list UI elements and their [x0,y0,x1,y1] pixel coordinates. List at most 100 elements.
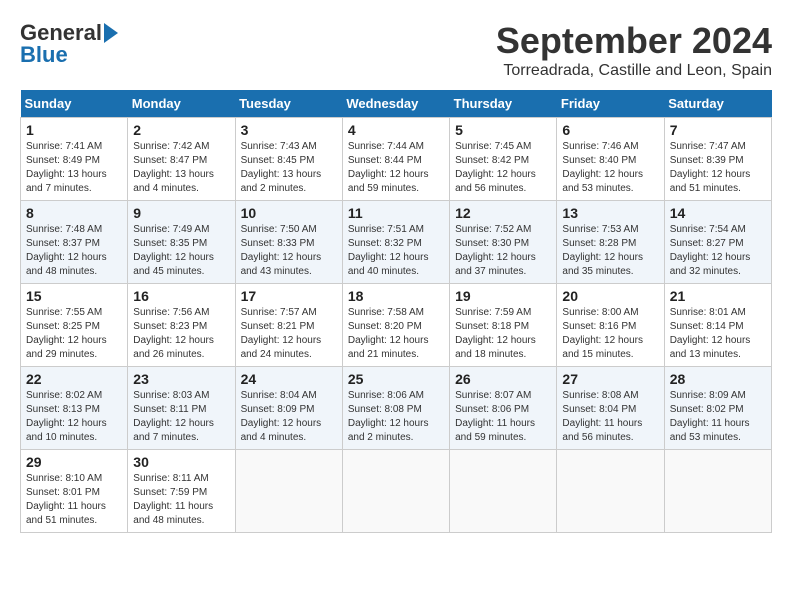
day-info: Sunrise: 8:02 AM Sunset: 8:13 PM Dayligh… [26,389,122,445]
day-number: 15 [26,288,122,304]
day-info: Sunrise: 7:48 AM Sunset: 8:37 PM Dayligh… [26,223,122,279]
day-info: Sunrise: 7:54 AM Sunset: 8:27 PM Dayligh… [670,223,766,279]
day-info: Sunrise: 8:10 AM Sunset: 8:01 PM Dayligh… [26,472,122,528]
calendar-cell: 21Sunrise: 8:01 AM Sunset: 8:14 PM Dayli… [664,284,771,367]
day-number: 18 [348,288,444,304]
calendar-week-4: 22 Sunrise: 8:02 AM Sunset: 8:13 PM Dayli… [21,367,772,450]
calendar-cell [342,450,449,533]
calendar-cell: 7Sunrise: 7:47 AM Sunset: 8:39 PM Daylig… [664,118,771,201]
calendar-week-2: 8 Sunrise: 7:48 AM Sunset: 8:37 PM Daylig… [21,201,772,284]
day-number: 19 [455,288,551,304]
col-tuesday: Tuesday [235,90,342,118]
month-title: September 2024 [496,20,772,62]
day-number: 30 [133,454,229,470]
day-info: Sunrise: 7:41 AM Sunset: 8:49 PM Dayligh… [26,140,122,196]
calendar-cell: 20 Sunrise: 8:00 AM Sunset: 8:16 PM Dayli… [557,284,664,367]
day-info: Sunrise: 8:00 AM Sunset: 8:16 PM Dayligh… [562,306,658,362]
calendar-week-5: 29 Sunrise: 8:10 AM Sunset: 8:01 PM Dayli… [21,450,772,533]
day-info: Sunrise: 7:46 AM Sunset: 8:40 PM Dayligh… [562,140,658,196]
calendar-cell: 30 Sunrise: 8:11 AM Sunset: 7:59 PM Dayli… [128,450,235,533]
day-number: 16 [133,288,229,304]
calendar-table: Sunday Monday Tuesday Wednesday Thursday… [20,90,772,533]
day-number: 4 [348,122,444,138]
calendar-cell: 4Sunrise: 7:44 AM Sunset: 8:44 PM Daylig… [342,118,449,201]
header-row: Sunday Monday Tuesday Wednesday Thursday… [21,90,772,118]
day-info: Sunrise: 7:47 AM Sunset: 8:39 PM Dayligh… [670,140,766,196]
day-number: 9 [133,205,229,221]
day-number: 20 [562,288,658,304]
day-number: 12 [455,205,551,221]
logo-blue: Blue [20,42,68,68]
calendar-cell: 28 Sunrise: 8:09 AM Sunset: 8:02 PM Dayli… [664,367,771,450]
calendar-cell: 9Sunrise: 7:49 AM Sunset: 8:35 PM Daylig… [128,201,235,284]
calendar-cell: 26 Sunrise: 8:07 AM Sunset: 8:06 PM Dayli… [450,367,557,450]
calendar-cell: 24 Sunrise: 8:04 AM Sunset: 8:09 PM Dayli… [235,367,342,450]
calendar-cell: 5 Sunrise: 7:45 AM Sunset: 8:42 PM Daylig… [450,118,557,201]
day-info: Sunrise: 7:56 AM Sunset: 8:23 PM Dayligh… [133,306,229,362]
day-info: Sunrise: 7:50 AM Sunset: 8:33 PM Dayligh… [241,223,337,279]
calendar-cell: 13Sunrise: 7:53 AM Sunset: 8:28 PM Dayli… [557,201,664,284]
calendar-cell: 2 Sunrise: 7:42 AM Sunset: 8:47 PM Daylig… [128,118,235,201]
day-number: 29 [26,454,122,470]
logo: General Blue [20,20,118,68]
day-info: Sunrise: 7:43 AM Sunset: 8:45 PM Dayligh… [241,140,337,196]
calendar-cell: 1 Sunrise: 7:41 AM Sunset: 8:49 PM Daylig… [21,118,128,201]
day-number: 11 [348,205,444,221]
calendar-cell: 16 Sunrise: 7:56 AM Sunset: 8:23 PM Dayli… [128,284,235,367]
calendar-cell: 8 Sunrise: 7:48 AM Sunset: 8:37 PM Daylig… [21,201,128,284]
day-number: 17 [241,288,337,304]
day-number: 10 [241,205,337,221]
day-info: Sunrise: 7:52 AM Sunset: 8:30 PM Dayligh… [455,223,551,279]
day-number: 13 [562,205,658,221]
day-info: Sunrise: 8:11 AM Sunset: 7:59 PM Dayligh… [133,472,229,528]
page-header: General Blue September 2024 Torreadrada,… [20,20,772,80]
calendar-cell: 15 Sunrise: 7:55 AM Sunset: 8:25 PM Dayli… [21,284,128,367]
calendar-week-3: 15 Sunrise: 7:55 AM Sunset: 8:25 PM Dayli… [21,284,772,367]
logo-arrow-icon [104,23,118,43]
day-number: 24 [241,371,337,387]
day-info: Sunrise: 7:42 AM Sunset: 8:47 PM Dayligh… [133,140,229,196]
calendar-cell [557,450,664,533]
day-number: 3 [241,122,337,138]
day-info: Sunrise: 7:55 AM Sunset: 8:25 PM Dayligh… [26,306,122,362]
day-info: Sunrise: 7:59 AM Sunset: 8:18 PM Dayligh… [455,306,551,362]
day-info: Sunrise: 8:01 AM Sunset: 8:14 PM Dayligh… [670,306,766,362]
calendar-cell: 11 Sunrise: 7:51 AM Sunset: 8:32 PM Dayli… [342,201,449,284]
day-info: Sunrise: 7:45 AM Sunset: 8:42 PM Dayligh… [455,140,551,196]
day-number: 14 [670,205,766,221]
day-number: 1 [26,122,122,138]
calendar-cell: 3 Sunrise: 7:43 AM Sunset: 8:45 PM Daylig… [235,118,342,201]
calendar-cell: 18 Sunrise: 7:58 AM Sunset: 8:20 PM Dayli… [342,284,449,367]
day-number: 2 [133,122,229,138]
col-saturday: Saturday [664,90,771,118]
day-info: Sunrise: 8:09 AM Sunset: 8:02 PM Dayligh… [670,389,766,445]
day-info: Sunrise: 8:08 AM Sunset: 8:04 PM Dayligh… [562,389,658,445]
day-number: 8 [26,205,122,221]
col-monday: Monday [128,90,235,118]
day-info: Sunrise: 7:58 AM Sunset: 8:20 PM Dayligh… [348,306,444,362]
col-thursday: Thursday [450,90,557,118]
location-title: Torreadrada, Castille and Leon, Spain [496,62,772,80]
col-friday: Friday [557,90,664,118]
calendar-cell: 6 Sunrise: 7:46 AM Sunset: 8:40 PM Daylig… [557,118,664,201]
day-number: 6 [562,122,658,138]
day-number: 5 [455,122,551,138]
calendar-cell [450,450,557,533]
day-number: 23 [133,371,229,387]
day-info: Sunrise: 8:04 AM Sunset: 8:09 PM Dayligh… [241,389,337,445]
day-number: 26 [455,371,551,387]
day-info: Sunrise: 7:51 AM Sunset: 8:32 PM Dayligh… [348,223,444,279]
day-number: 28 [670,371,766,387]
calendar-cell: 17Sunrise: 7:57 AM Sunset: 8:21 PM Dayli… [235,284,342,367]
day-info: Sunrise: 8:07 AM Sunset: 8:06 PM Dayligh… [455,389,551,445]
calendar-cell [235,450,342,533]
calendar-cell: 29 Sunrise: 8:10 AM Sunset: 8:01 PM Dayli… [21,450,128,533]
title-section: September 2024 Torreadrada, Castille and… [496,20,772,80]
day-number: 22 [26,371,122,387]
calendar-cell: 22 Sunrise: 8:02 AM Sunset: 8:13 PM Dayli… [21,367,128,450]
calendar-cell: 27Sunrise: 8:08 AM Sunset: 8:04 PM Dayli… [557,367,664,450]
calendar-week-1: 1 Sunrise: 7:41 AM Sunset: 8:49 PM Daylig… [21,118,772,201]
col-sunday: Sunday [21,90,128,118]
day-info: Sunrise: 8:03 AM Sunset: 8:11 PM Dayligh… [133,389,229,445]
calendar-cell: 19 Sunrise: 7:59 AM Sunset: 8:18 PM Dayli… [450,284,557,367]
